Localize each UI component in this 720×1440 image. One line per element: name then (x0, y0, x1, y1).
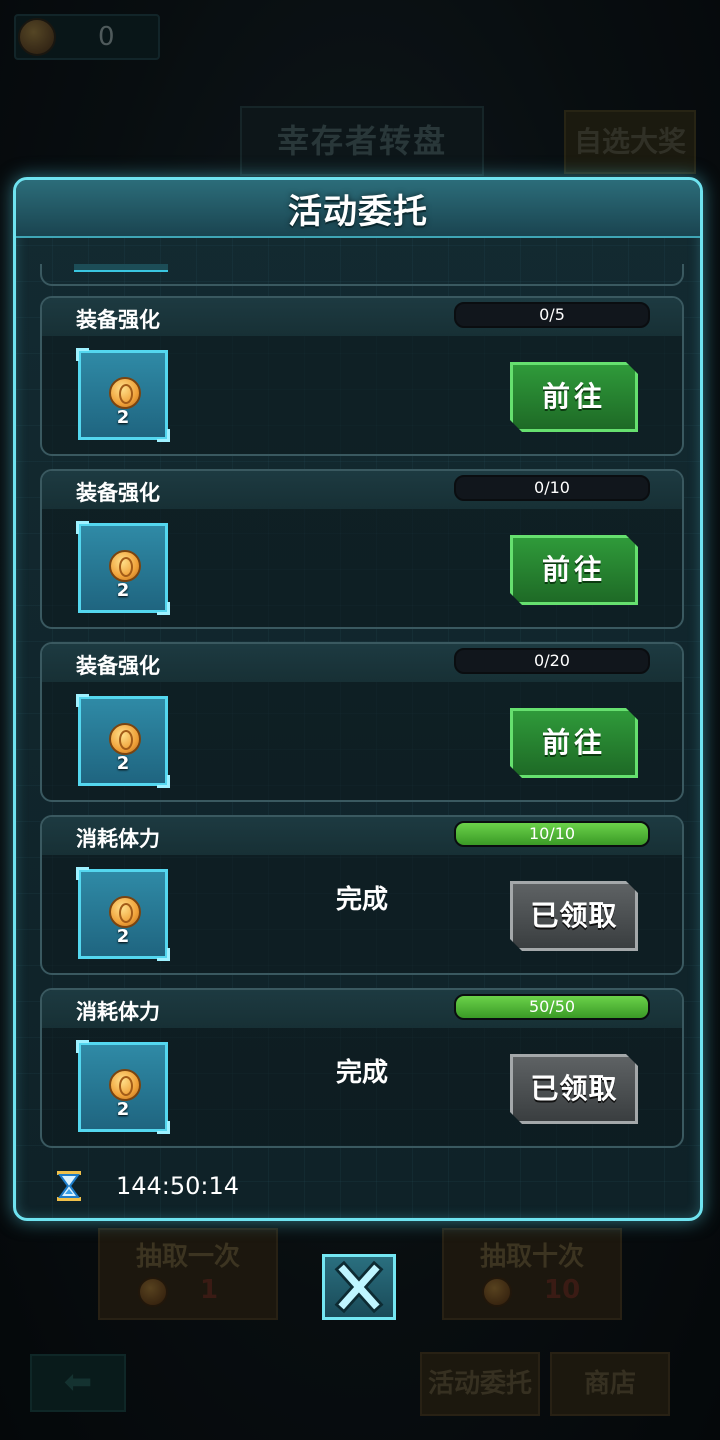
progress-text: 50/50 (528, 997, 576, 1016)
reward-quantity: 2 (116, 926, 130, 947)
task-name: 消耗体力 (76, 827, 160, 851)
task-name: 装备强化 (76, 308, 160, 332)
coin-icon (109, 723, 141, 755)
task-status: 完成 (335, 1058, 388, 1088)
task-card: 装备强化 0/10 2 前往 (40, 469, 684, 629)
coin-icon (109, 1069, 141, 1101)
task-header: 消耗体力 50/50 (42, 990, 682, 1028)
reward-slot: 2 (76, 348, 170, 442)
reward-slot: 2 (76, 694, 170, 788)
progress-bar: 0/5 (454, 302, 650, 328)
go-button[interactable]: 前往 (510, 362, 638, 432)
task-name: 消耗体力 (76, 1000, 160, 1024)
coin-icon (109, 896, 141, 928)
task-card: 装备强化 0/5 2 前往 (40, 296, 684, 456)
coin-icon (109, 550, 141, 582)
dialog-header: 活动委托 (16, 180, 700, 238)
task-card: 装备强化 0/20 2 前往 (40, 642, 684, 802)
task-header: 装备强化 0/5 (42, 298, 682, 336)
close-icon (334, 1260, 384, 1314)
claimed-button[interactable]: 已领取 (510, 881, 638, 951)
task-header: 装备强化 0/20 (42, 644, 682, 682)
reward-quantity: 2 (116, 1099, 130, 1120)
reward-quantity: 2 (116, 753, 130, 774)
tasks-dialog: 活动委托 装备强化 0/5 2 前往 装备强化 0/10 2 前往 装备强化 0… (13, 177, 703, 1221)
go-button[interactable]: 前往 (510, 535, 638, 605)
progress-text: 0/10 (534, 478, 570, 497)
task-name: 装备强化 (76, 654, 160, 678)
task-name: 装备强化 (76, 481, 160, 505)
reward-quantity: 2 (116, 580, 130, 601)
go-button[interactable]: 前往 (510, 708, 638, 778)
progress-text: 0/20 (534, 651, 570, 670)
claimed-button[interactable]: 已领取 (510, 1054, 638, 1124)
progress-bar: 50/50 (454, 994, 650, 1020)
progress-bar: 10/10 (454, 821, 650, 847)
reward-slot: 2 (76, 867, 170, 961)
progress-bar: 0/20 (454, 648, 650, 674)
reward-slot: 2 (76, 1040, 170, 1134)
hourglass-icon (57, 1171, 81, 1201)
task-header: 装备强化 0/10 (42, 471, 682, 509)
progress-text: 0/5 (539, 305, 565, 324)
reward-slot: 2 (76, 521, 170, 615)
task-card: 消耗体力 10/10 2 完成 已领取 (40, 815, 684, 975)
task-card: 消耗体力 50/50 2 完成 已领取 (40, 988, 684, 1148)
progress-bar: 0/10 (454, 475, 650, 501)
task-header: 消耗体力 10/10 (42, 817, 682, 855)
coin-icon (109, 377, 141, 409)
progress-text: 10/10 (528, 824, 576, 843)
timer-text: 144:50:14 (116, 1172, 240, 1200)
close-button[interactable] (322, 1254, 396, 1320)
task-list[interactable]: 装备强化 0/5 2 前往 装备强化 0/10 2 前往 装备强化 0/20 2… (40, 296, 684, 1161)
task-status: 完成 (335, 885, 388, 915)
dialog-title: 活动委托 (288, 192, 428, 232)
reward-quantity: 2 (116, 407, 130, 428)
scrolled-task-card (40, 264, 684, 286)
